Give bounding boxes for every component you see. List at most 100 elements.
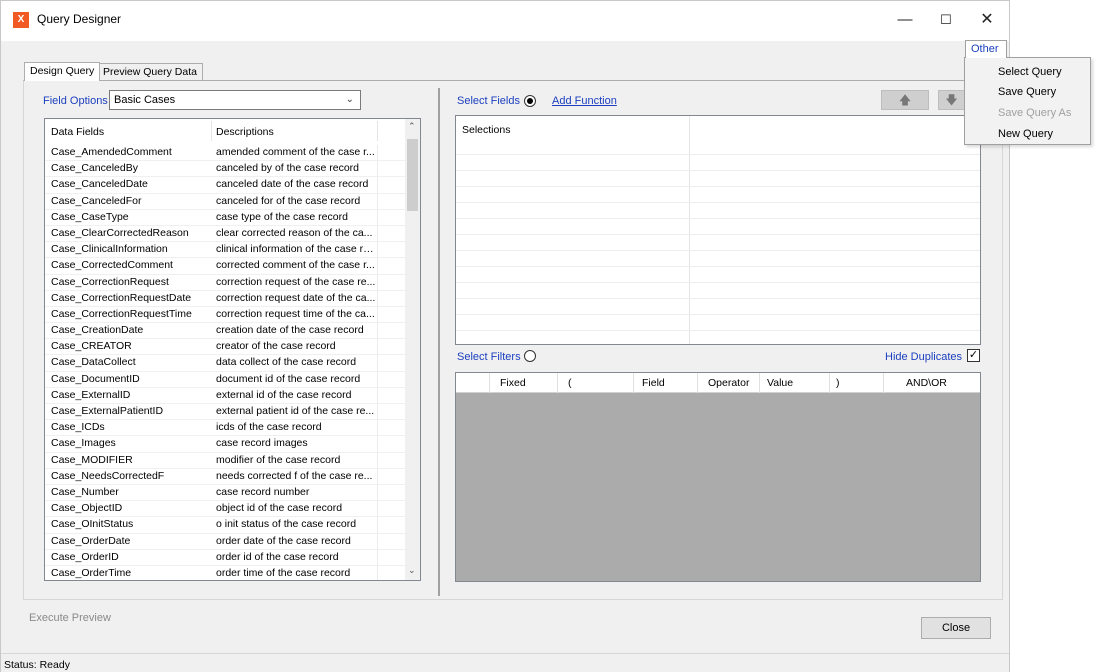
data-field-name: Case_ExternalPatientID bbox=[51, 405, 164, 417]
table-row[interactable]: Case_ICDs icds of the case record bbox=[45, 420, 407, 437]
data-field-name: Case_ClinicalInformation bbox=[51, 243, 168, 256]
table-row[interactable]: Case_CorrectionRequestTime correction req… bbox=[45, 306, 407, 324]
data-field-description: case type of the case record bbox=[216, 210, 348, 223]
data-fields-grid[interactable]: Data Fields Descriptions Case_AmendedCom… bbox=[44, 118, 421, 581]
other-menu[interactable]: Other bbox=[965, 40, 1007, 58]
select-fields-radio[interactable] bbox=[524, 95, 536, 107]
filters-grid[interactable]: Fixed ( Field Operator Value ) AND\OR bbox=[455, 372, 981, 582]
menu-item-save-query[interactable]: Save Query bbox=[998, 86, 1056, 98]
table-row[interactable]: Case_CanceledFor canceled for of the case… bbox=[45, 193, 407, 210]
column-header-open-paren[interactable]: ( bbox=[568, 377, 572, 389]
data-fields-scrollbar[interactable]: ⌃ ⌄ bbox=[405, 119, 420, 580]
panel-splitter[interactable] bbox=[438, 88, 440, 596]
data-field-description: icds of the case record bbox=[216, 421, 322, 434]
data-field-name: Case_OInitStatus bbox=[51, 518, 134, 531]
table-row[interactable]: Case_CanceledDate canceled date of the ca… bbox=[45, 177, 407, 194]
table-row[interactable]: Case_CorrectionRequestDate correction req… bbox=[45, 290, 407, 307]
data-field-description: modifier of the case record bbox=[216, 453, 341, 466]
arrow-up-icon: 🡅 bbox=[898, 93, 912, 107]
move-up-button[interactable]: 🡅 bbox=[881, 90, 929, 110]
table-row[interactable]: Case_MODIFIER modifier of the case record bbox=[45, 452, 407, 469]
data-field-description: corrected comment of the case r... bbox=[216, 259, 375, 272]
select-filters-label: Select Filters bbox=[457, 351, 521, 363]
data-field-description: clinical information of the case re... bbox=[216, 243, 376, 256]
data-field-name: Case_CreationDate bbox=[51, 324, 144, 337]
minimize-button[interactable]: — bbox=[885, 5, 925, 35]
data-field-description: external patient id of the case re... bbox=[216, 405, 375, 417]
table-row[interactable]: Case_OInitStatus o init status of the cas… bbox=[45, 517, 407, 534]
column-header-data-fields[interactable]: Data Fields bbox=[51, 126, 104, 138]
scroll-down-icon[interactable]: ⌄ bbox=[408, 565, 416, 576]
title-bar: X Query Designer — ☐ ✕ bbox=[1, 1, 1009, 41]
data-field-name: Case_CorrectionRequestDate bbox=[51, 291, 192, 304]
close-button[interactable]: Close bbox=[921, 617, 991, 639]
table-row[interactable]: Case_DataCollect data collect of the case… bbox=[45, 355, 407, 372]
tab-design-query[interactable]: Design Query bbox=[24, 62, 101, 81]
column-header-field[interactable]: Field bbox=[642, 377, 665, 389]
table-row[interactable]: Case_CorrectionRequest correction request… bbox=[45, 274, 407, 291]
other-menu-dropdown: Select Query Save Query Save Query As Ne… bbox=[964, 57, 1091, 145]
column-header-descriptions[interactable]: Descriptions bbox=[216, 126, 274, 138]
table-row[interactable]: Case_CreationDate creation date of the ca… bbox=[45, 323, 407, 340]
close-window-button[interactable]: ✕ bbox=[967, 5, 1007, 35]
table-row[interactable]: Case_DocumentID document id of the case r… bbox=[45, 371, 407, 388]
data-field-name: Case_Number bbox=[51, 485, 119, 498]
status-bar: Status: Ready bbox=[1, 653, 1009, 672]
data-field-name: Case_CREATOR bbox=[51, 340, 132, 353]
table-row[interactable]: Case_ObjectID object id of the case recor… bbox=[45, 501, 407, 518]
hide-duplicates-label: Hide Duplicates bbox=[885, 351, 963, 363]
scroll-up-icon[interactable]: ⌃ bbox=[408, 121, 416, 132]
table-row[interactable]: Case_ExternalID external id of the case r… bbox=[45, 387, 407, 404]
add-function-link[interactable]: Add Function bbox=[552, 95, 617, 107]
data-field-description: document id of the case record bbox=[216, 372, 361, 385]
table-row[interactable]: Case_CaseType case type of the case recor… bbox=[45, 209, 407, 226]
table-row[interactable]: Case_ClearCorrectedReason clear corrected… bbox=[45, 225, 407, 243]
column-header-operator[interactable]: Operator bbox=[708, 377, 749, 389]
data-field-description: needs corrected f of the case re... bbox=[216, 469, 373, 482]
data-field-description: data collect of the case record bbox=[216, 356, 357, 369]
table-row[interactable]: Case_CREATOR creator of the case record bbox=[45, 339, 407, 356]
column-header-fixed[interactable]: Fixed bbox=[500, 377, 526, 389]
table-row[interactable]: Case_OrderID order id of the case record bbox=[45, 549, 407, 566]
table-row[interactable]: Case_OrderTime order time of the case rec… bbox=[45, 565, 407, 580]
field-options-combo[interactable]: Basic Cases ⌄ bbox=[109, 90, 361, 110]
data-field-description: correction request time of the ca... bbox=[216, 307, 375, 320]
selections-grid[interactable]: Selections bbox=[455, 115, 981, 345]
selections-header: Selections bbox=[462, 124, 511, 136]
checkmark-icon: ✓ bbox=[968, 349, 979, 361]
hide-duplicates-checkbox[interactable]: ✓ bbox=[967, 349, 980, 362]
table-row[interactable]: Case_Images case record images bbox=[45, 436, 407, 453]
data-field-description: correction request of the case re... bbox=[216, 275, 376, 288]
column-header-close-paren[interactable]: ) bbox=[836, 377, 840, 389]
table-row[interactable]: Case_Number case record number bbox=[45, 484, 407, 502]
column-header-and-or[interactable]: AND\OR bbox=[906, 377, 947, 389]
query-designer-window: X Query Designer — ☐ ✕ Design Query Prev… bbox=[0, 0, 1010, 672]
window-title: Query Designer bbox=[37, 12, 122, 26]
data-field-name: Case_CanceledBy bbox=[51, 162, 138, 175]
table-row[interactable]: Case_CanceledBy canceled by of the case r… bbox=[45, 161, 407, 178]
arrow-down-icon: 🡇 bbox=[945, 93, 958, 107]
table-row[interactable]: Case_AmendedComment amended comment of th… bbox=[45, 145, 407, 162]
table-row[interactable]: Case_ClinicalInformation clinical informa… bbox=[45, 242, 407, 259]
status-text: Status: Ready bbox=[4, 659, 70, 671]
execute-preview-button[interactable]: Execute Preview bbox=[29, 612, 111, 624]
filters-header: Fixed ( Field Operator Value ) AND\OR bbox=[456, 373, 980, 393]
table-row[interactable]: Case_CorrectedComment corrected comment o… bbox=[45, 258, 407, 275]
data-field-name: Case_ObjectID bbox=[51, 502, 123, 515]
select-filters-radio[interactable] bbox=[524, 350, 536, 362]
data-field-name: Case_ICDs bbox=[51, 421, 105, 434]
tab-preview-query-data[interactable]: Preview Query Data bbox=[97, 63, 203, 81]
table-row[interactable]: Case_ExternalPatientID external patient i… bbox=[45, 404, 407, 421]
data-field-name: Case_ExternalID bbox=[51, 388, 131, 401]
table-row[interactable]: Case_NeedsCorrectedF needs corrected f of… bbox=[45, 468, 407, 485]
scrollbar-thumb[interactable] bbox=[407, 139, 418, 211]
data-field-description: case record images bbox=[216, 437, 308, 450]
column-header-value[interactable]: Value bbox=[767, 377, 793, 389]
data-field-description: object id of the case record bbox=[216, 502, 343, 515]
move-down-button[interactable]: 🡇 bbox=[938, 90, 965, 110]
maximize-button[interactable]: ☐ bbox=[926, 5, 966, 35]
menu-item-select-query[interactable]: Select Query bbox=[998, 66, 1062, 78]
menu-item-new-query[interactable]: New Query bbox=[998, 128, 1053, 140]
table-row[interactable]: Case_OrderDate order date of the case rec… bbox=[45, 533, 407, 550]
data-field-description: canceled date of the case record bbox=[216, 178, 369, 191]
